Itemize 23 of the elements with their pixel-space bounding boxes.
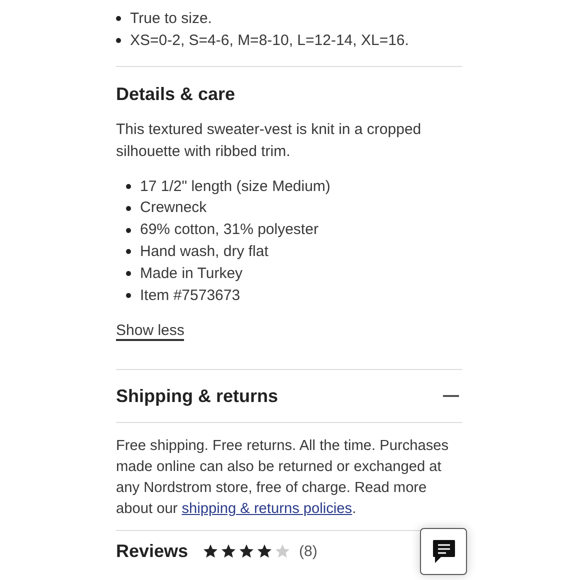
feature-item: Hand wash, dry flat <box>140 242 268 262</box>
section-heading[interactable]: Shipping & returns <box>116 386 278 407</box>
chat-icon <box>432 538 456 564</box>
star-icon <box>238 543 256 560</box>
feature-item: Crewneck <box>140 198 207 218</box>
policies-link[interactable]: shipping & returns policies <box>182 501 352 518</box>
chat-button[interactable] <box>420 528 467 575</box>
section-heading: Details & care <box>116 84 236 105</box>
star-icon <box>202 543 220 560</box>
star-icon <box>274 543 292 560</box>
description-text: This textured sweater-vest is knit in a cropped silhouette with ribbed trim. <box>116 120 422 162</box>
size-note: XS=0-2, S=4-6, M=8-10, L=12-14, XL=16. <box>130 30 409 51</box>
feature-item: Made in Turkey <box>140 264 243 284</box>
size-note: True to size. <box>130 9 212 29</box>
feature-item: 17 1/2" length (size Medium) <box>140 176 330 197</box>
review-count: (8) <box>299 542 318 560</box>
star-icon <box>256 543 274 560</box>
shipping-text: Free shipping. Free returns. All the time. Purchases made online can also be returned or exchanged at any Nordstrom store, free of charge. Read more about our shipping & returns policies. <box>116 437 450 520</box>
section-heading[interactable]: Reviews <box>116 540 188 562</box>
feature-item: 69% cotton, 31% polyester <box>140 220 318 240</box>
show-less-link[interactable]: Show less <box>116 322 184 342</box>
star-icon <box>220 543 238 560</box>
feature-item: Item #7573673 <box>140 286 240 306</box>
